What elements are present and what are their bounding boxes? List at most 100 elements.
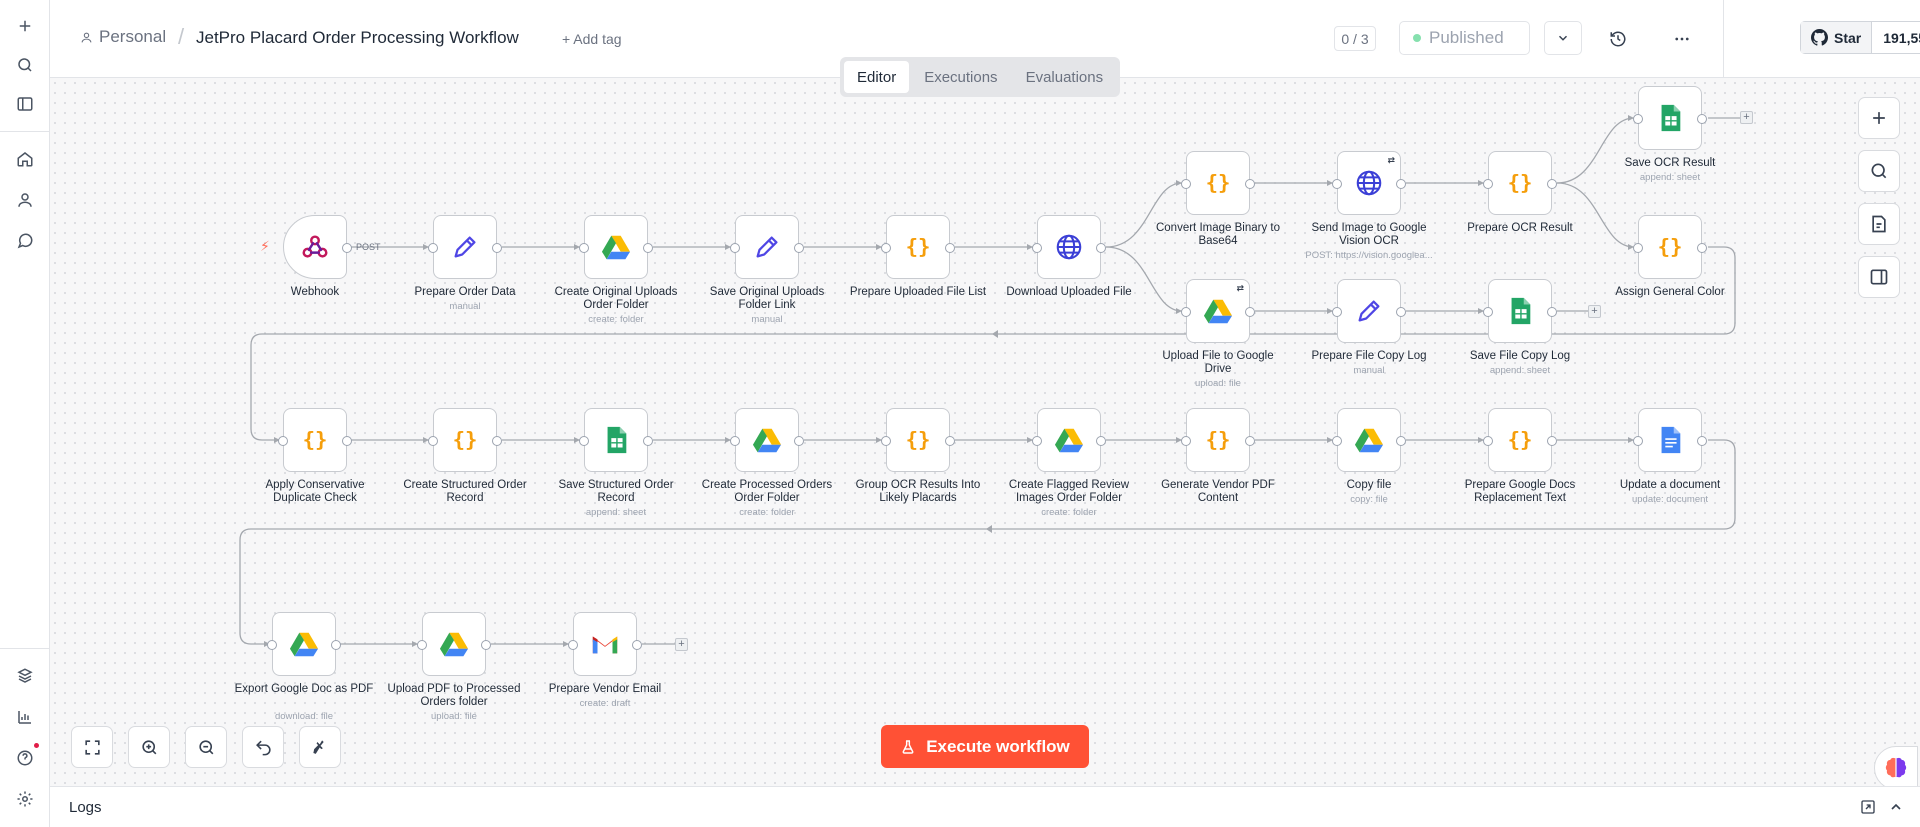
output-port[interactable] <box>1697 243 1707 253</box>
templates-icon[interactable] <box>13 664 37 688</box>
node-convert[interactable]: {} <box>1181 151 1255 215</box>
output-port[interactable] <box>945 436 955 446</box>
output-port[interactable] <box>492 243 502 253</box>
tab-editor[interactable]: Editor <box>844 61 910 93</box>
input-port[interactable] <box>1483 307 1493 317</box>
output-port[interactable] <box>1697 436 1707 446</box>
ai-assistant-button[interactable] <box>1874 746 1918 790</box>
output-port[interactable] <box>1697 114 1707 124</box>
input-port[interactable] <box>579 436 589 446</box>
add-node-button[interactable]: + <box>1588 305 1601 318</box>
chat-icon[interactable] <box>13 229 37 253</box>
publish-status-button[interactable]: Published <box>1399 21 1530 55</box>
output-port[interactable] <box>794 436 804 446</box>
breadcrumb-workspace[interactable]: Personal <box>80 27 166 47</box>
node-dup-check[interactable]: {} <box>278 408 352 472</box>
node-create-flagged[interactable] <box>1032 408 1106 472</box>
node-save-ocr[interactable] <box>1633 86 1707 150</box>
panel-toggle-button[interactable] <box>1858 256 1900 298</box>
node-upload-drive[interactable]: ⇄ <box>1181 279 1255 343</box>
more-options-icon[interactable] <box>1670 27 1694 51</box>
input-port[interactable] <box>1032 436 1042 446</box>
input-port[interactable] <box>417 640 427 650</box>
tidy-up-button[interactable] <box>299 726 341 768</box>
input-port[interactable] <box>1332 307 1342 317</box>
history-icon[interactable] <box>1606 27 1630 51</box>
input-port[interactable] <box>278 436 288 446</box>
undo-button[interactable] <box>242 726 284 768</box>
node-prep-list[interactable]: {} <box>881 215 955 279</box>
output-port[interactable] <box>1547 179 1557 189</box>
input-port[interactable] <box>579 243 589 253</box>
output-port[interactable] <box>1245 307 1255 317</box>
input-port[interactable] <box>1332 436 1342 446</box>
workflow-title[interactable]: JetPro Placard Order Processing Workflow <box>196 28 519 48</box>
github-star-button[interactable]: Star <box>1801 22 1873 53</box>
node-vendor-email[interactable] <box>568 612 642 676</box>
input-port[interactable] <box>1181 436 1191 446</box>
node-save-copylog[interactable] <box>1483 279 1557 343</box>
help-icon[interactable] <box>13 746 37 770</box>
input-port[interactable] <box>730 243 740 253</box>
output-port[interactable] <box>1396 436 1406 446</box>
input-port[interactable] <box>428 436 438 446</box>
node-save-struct[interactable] <box>579 408 653 472</box>
output-port[interactable] <box>1096 436 1106 446</box>
insights-icon[interactable] <box>13 705 37 729</box>
user-icon[interactable] <box>13 188 37 212</box>
input-port[interactable] <box>267 640 277 650</box>
output-port[interactable] <box>481 640 491 650</box>
node-download[interactable] <box>1032 215 1106 279</box>
input-port[interactable] <box>881 243 891 253</box>
node-prep-docs[interactable]: {} <box>1483 408 1557 472</box>
settings-icon[interactable] <box>13 787 37 811</box>
popout-icon[interactable] <box>1859 798 1877 816</box>
node-webhook[interactable] <box>283 215 352 279</box>
node-prep-copylog[interactable] <box>1332 279 1406 343</box>
input-port[interactable] <box>1181 307 1191 317</box>
output-port[interactable] <box>794 243 804 253</box>
canvas-search-button[interactable] <box>1858 150 1900 192</box>
node-copy-file[interactable] <box>1332 408 1406 472</box>
input-port[interactable] <box>1633 114 1643 124</box>
node-save-orig[interactable] <box>730 215 804 279</box>
node-group-ocr[interactable]: {} <box>881 408 955 472</box>
input-port[interactable] <box>1181 179 1191 189</box>
input-port[interactable] <box>1332 179 1342 189</box>
input-port[interactable] <box>1633 436 1643 446</box>
output-port[interactable] <box>342 436 352 446</box>
output-port[interactable] <box>945 243 955 253</box>
input-port[interactable] <box>568 640 578 650</box>
zoom-in-button[interactable] <box>128 726 170 768</box>
add-tag-button[interactable]: + Add tag <box>562 31 622 47</box>
output-port[interactable] <box>1096 243 1106 253</box>
output-port[interactable] <box>643 436 653 446</box>
output-port[interactable] <box>1396 307 1406 317</box>
add-icon[interactable] <box>13 14 37 38</box>
add-node-button[interactable]: + <box>1740 111 1753 124</box>
node-create-orig[interactable] <box>579 215 653 279</box>
add-node-panel-button[interactable] <box>1858 97 1900 139</box>
output-port[interactable] <box>492 436 502 446</box>
execute-workflow-button[interactable]: Execute workflow <box>881 725 1089 768</box>
node-prep-ocr[interactable]: {} <box>1483 151 1557 215</box>
node-assign-color[interactable]: {} <box>1633 215 1707 279</box>
output-port[interactable] <box>331 640 341 650</box>
node-prep-order[interactable] <box>428 215 502 279</box>
input-port[interactable] <box>1633 243 1643 253</box>
add-node-button[interactable]: + <box>675 638 688 651</box>
output-port[interactable] <box>1547 436 1557 446</box>
input-port[interactable] <box>1483 179 1493 189</box>
node-create-struct[interactable]: {} <box>428 408 502 472</box>
tab-executions[interactable]: Executions <box>911 61 1010 93</box>
zoom-out-button[interactable] <box>185 726 227 768</box>
fit-view-button[interactable] <box>71 726 113 768</box>
sidebar-toggle-icon[interactable] <box>13 92 37 116</box>
output-port[interactable] <box>643 243 653 253</box>
sticky-note-button[interactable] <box>1858 203 1900 245</box>
input-port[interactable] <box>730 436 740 446</box>
input-port[interactable] <box>1032 243 1042 253</box>
output-port[interactable] <box>342 243 352 253</box>
output-port[interactable] <box>1245 436 1255 446</box>
output-port[interactable] <box>1396 179 1406 189</box>
